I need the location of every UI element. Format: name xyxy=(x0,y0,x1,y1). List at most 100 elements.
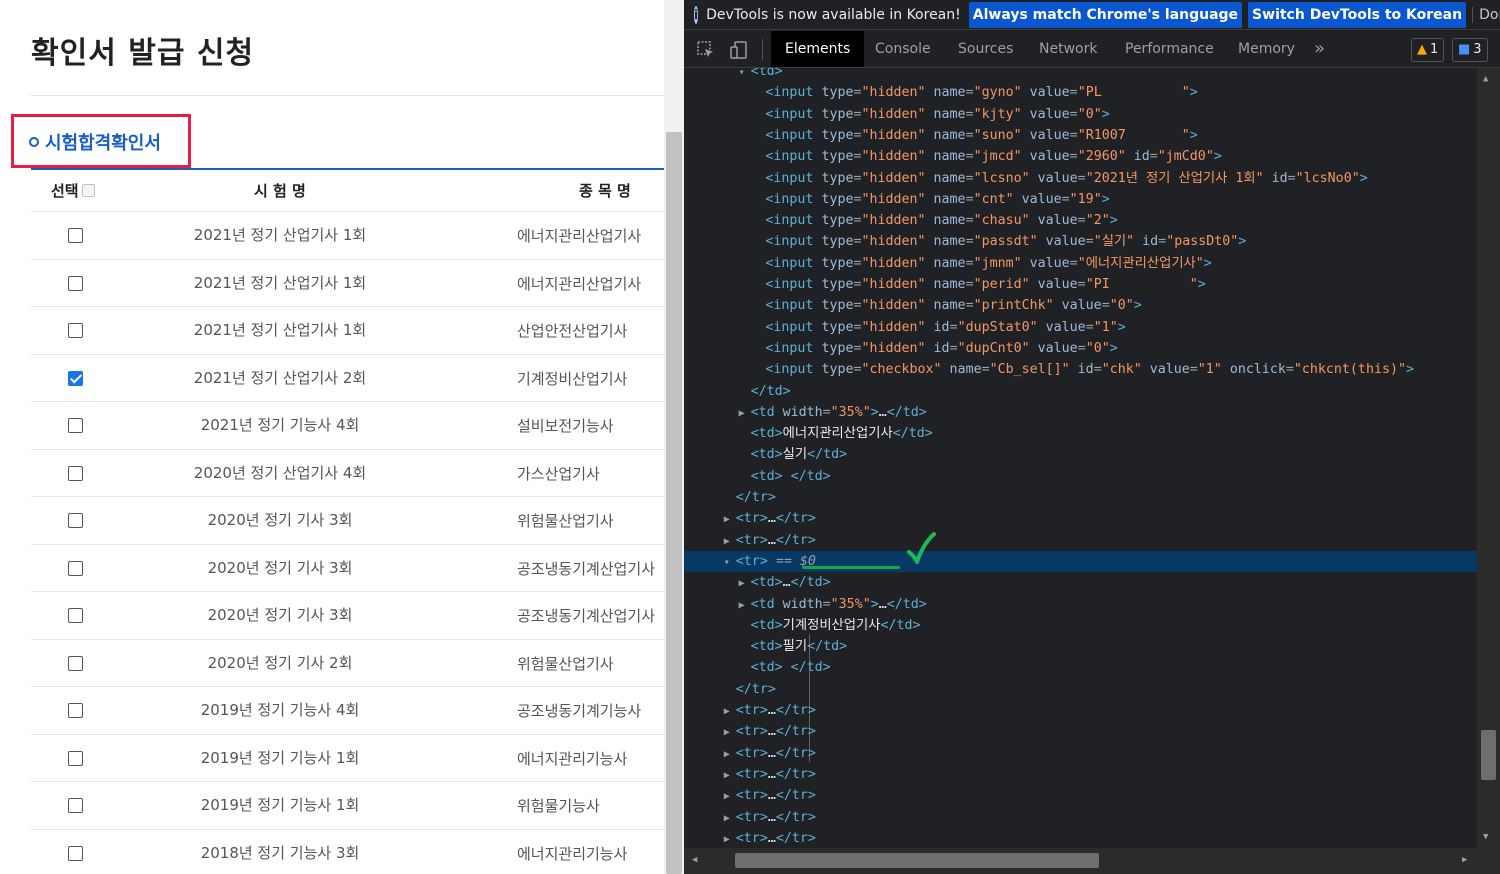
dom-node-line[interactable]: ▶ <tr>…</tr> xyxy=(684,721,1477,742)
scroll-right-icon[interactable]: ▶ xyxy=(1462,855,1467,865)
dom-node-line[interactable]: <input type="hidden" name="gyno" value="… xyxy=(684,82,1477,103)
expand-triangle-icon[interactable]: ▶ xyxy=(739,573,751,594)
dom-node-line[interactable]: <td>기계정비산업기사</td> xyxy=(684,615,1477,636)
row-checkbox[interactable] xyxy=(68,275,83,291)
page-scrollbar[interactable] xyxy=(664,0,684,874)
collapse-triangle-icon[interactable]: ▾ xyxy=(739,68,751,83)
more-tabs-icon[interactable]: » xyxy=(1314,31,1325,67)
code-token: "PL " xyxy=(1077,85,1190,101)
tab-sources[interactable]: Sources xyxy=(944,31,1027,67)
tab-network[interactable]: Network xyxy=(1025,31,1111,67)
code-token: value xyxy=(1053,298,1102,314)
row-checkbox[interactable] xyxy=(68,608,83,623)
messages-badge[interactable]: ■ 3 xyxy=(1452,38,1488,62)
expand-triangle-icon[interactable]: ▶ xyxy=(724,786,736,807)
dom-node-line[interactable]: </td> xyxy=(684,381,1477,402)
dom-node-line[interactable]: <td>필기</td> xyxy=(684,636,1477,657)
dom-node-line[interactable]: ▶ <tr>…</tr> xyxy=(684,530,1477,551)
tab-elements[interactable]: Elements xyxy=(771,31,865,67)
dom-node-line[interactable]: <input type="hidden" name="jmcd" value="… xyxy=(684,146,1477,167)
dom-node-line[interactable]: <input type="hidden" name="chasu" value=… xyxy=(684,210,1477,231)
dom-node-line[interactable]: <td> </td> xyxy=(684,466,1477,487)
dom-node-line[interactable]: <input type="hidden" name="printChk" val… xyxy=(684,295,1477,316)
row-checkbox[interactable] xyxy=(68,513,83,528)
dom-node-line[interactable]: <td>실기</td> xyxy=(684,444,1477,465)
inspect-element-icon[interactable] xyxy=(697,41,715,59)
device-toolbar-icon[interactable] xyxy=(730,41,748,59)
exam-name: 2021년 정기 산업기사 1회 xyxy=(193,273,367,292)
scroll-up-icon[interactable]: ▲ xyxy=(1483,74,1488,84)
expand-triangle-icon[interactable]: ▶ xyxy=(724,744,736,765)
dom-node-line[interactable]: <input type="hidden" name="jmnm" value="… xyxy=(684,253,1477,274)
dom-node-line[interactable]: <input type="checkbox" name="Cb_sel[]" i… xyxy=(684,359,1477,380)
dom-node-line[interactable]: <input type="hidden" name="cnt" value="1… xyxy=(684,189,1477,210)
select-all-checkbox[interactable] xyxy=(81,184,95,197)
row-checkbox[interactable] xyxy=(68,323,83,338)
row-checkbox[interactable] xyxy=(68,560,83,576)
expand-triangle-icon[interactable]: ▶ xyxy=(739,595,751,616)
page-scrollbar-thumb[interactable] xyxy=(666,132,682,874)
code-token: <td> xyxy=(750,617,783,633)
dom-horizontal-scrollbar-thumb[interactable] xyxy=(735,853,1099,868)
tab-memory[interactable]: Memory xyxy=(1224,31,1309,67)
expand-triangle-icon[interactable]: ▶ xyxy=(724,722,736,743)
expand-triangle-icon[interactable]: ▶ xyxy=(739,403,751,424)
code-token: = xyxy=(1077,213,1086,229)
dom-vertical-scrollbar-thumb[interactable] xyxy=(1481,730,1496,780)
dom-node-line[interactable]: <input type="hidden" name="passdt" value… xyxy=(684,231,1477,252)
dom-horizontal-scrollbar[interactable]: ◀ ▶ xyxy=(684,848,1500,874)
dom-node-line[interactable]: ▶ <tr>…</tr> xyxy=(684,807,1477,828)
row-checkbox[interactable] xyxy=(68,418,83,433)
warnings-badge[interactable]: ▲ 1 xyxy=(1411,38,1445,62)
scroll-left-icon[interactable]: ◀ xyxy=(692,855,697,865)
expand-triangle-icon[interactable]: ▶ xyxy=(724,829,736,848)
dom-node-line[interactable]: <td> </td> xyxy=(684,657,1477,678)
dom-node-line[interactable]: ▶ <td>…</td> xyxy=(684,572,1477,593)
code-token: "hidden" xyxy=(861,234,926,250)
row-checkbox[interactable] xyxy=(68,228,83,243)
row-checkbox[interactable] xyxy=(68,750,83,766)
expand-triangle-icon[interactable]: ▶ xyxy=(724,509,736,530)
dom-node-line[interactable]: <input type="hidden" name="kjty" value="… xyxy=(684,104,1477,125)
dom-node-line[interactable]: <input type="hidden" id="dupCnt0" value=… xyxy=(684,338,1477,359)
dom-node-line[interactable]: ▶ <tr>…</tr> xyxy=(684,700,1477,721)
dom-node-line[interactable]: <input type="hidden" name="perid" value=… xyxy=(684,274,1477,295)
dom-node-line[interactable]: ▶ <td width="35%">…</td> xyxy=(684,402,1477,423)
code-token: <td> xyxy=(750,639,783,655)
row-checkbox[interactable] xyxy=(68,845,83,861)
expand-triangle-icon[interactable]: ▶ xyxy=(724,701,736,722)
dom-node-line[interactable]: </tr> xyxy=(684,487,1477,508)
dom-node-line[interactable]: ▶ <tr>…</tr> xyxy=(684,828,1477,848)
row-checkbox[interactable] xyxy=(68,655,83,671)
dom-node-line[interactable]: </tr> xyxy=(684,679,1477,700)
row-checkbox[interactable] xyxy=(68,703,83,718)
dom-node-line[interactable]: <input type="hidden" id="dupStat0" value… xyxy=(684,317,1477,338)
code-token: "35%" xyxy=(830,596,871,612)
dom-node-line[interactable]: <input type="hidden" name="lcsno" value=… xyxy=(684,168,1477,189)
expand-triangle-icon[interactable]: ▶ xyxy=(724,808,736,829)
dom-node-line[interactable]: ▶ <tr>…</tr> xyxy=(684,743,1477,764)
dom-node-line[interactable]: ▶ <tr>…</tr> xyxy=(684,508,1477,529)
dom-node-line[interactable]: ▶ <td width="35%">…</td> xyxy=(684,594,1477,615)
row-checkbox[interactable] xyxy=(68,798,83,813)
row-checkbox[interactable] xyxy=(68,370,83,386)
code-token: 에너지관리산업기사 xyxy=(782,426,893,442)
code-token: = xyxy=(1149,149,1158,165)
switch-to-korean-button[interactable]: Switch DevTools to Korean xyxy=(1248,1,1467,28)
dom-node-line[interactable]: ▶ <tr>…</tr> xyxy=(684,764,1477,785)
dom-node-line[interactable]: <td>에너지관리산업기사</td> xyxy=(684,423,1477,444)
expand-triangle-icon[interactable]: ▶ xyxy=(724,765,736,786)
dom-node-line[interactable]: ▾ <td> xyxy=(684,68,1477,82)
dont-show-again-button[interactable]: Don't show again xyxy=(1472,6,1500,23)
dom-vertical-scrollbar[interactable]: ▲ ▼ xyxy=(1477,68,1500,848)
expand-triangle-icon[interactable]: ▶ xyxy=(724,531,736,552)
tab-console[interactable]: Console xyxy=(861,31,945,67)
always-match-language-button[interactable]: Always match Chrome's language xyxy=(968,1,1243,28)
scroll-down-icon[interactable]: ▼ xyxy=(1483,832,1488,842)
tab-performance[interactable]: Performance xyxy=(1111,31,1228,67)
language-infobar: i DevTools is now available in Korean! A… xyxy=(684,0,1500,30)
collapse-triangle-icon[interactable]: ▾ xyxy=(724,552,736,573)
row-checkbox[interactable] xyxy=(68,465,83,481)
dom-node-line[interactable]: <input type="hidden" name="suno" value="… xyxy=(684,125,1477,146)
dom-node-line[interactable]: ▶ <tr>…</tr> xyxy=(684,785,1477,806)
